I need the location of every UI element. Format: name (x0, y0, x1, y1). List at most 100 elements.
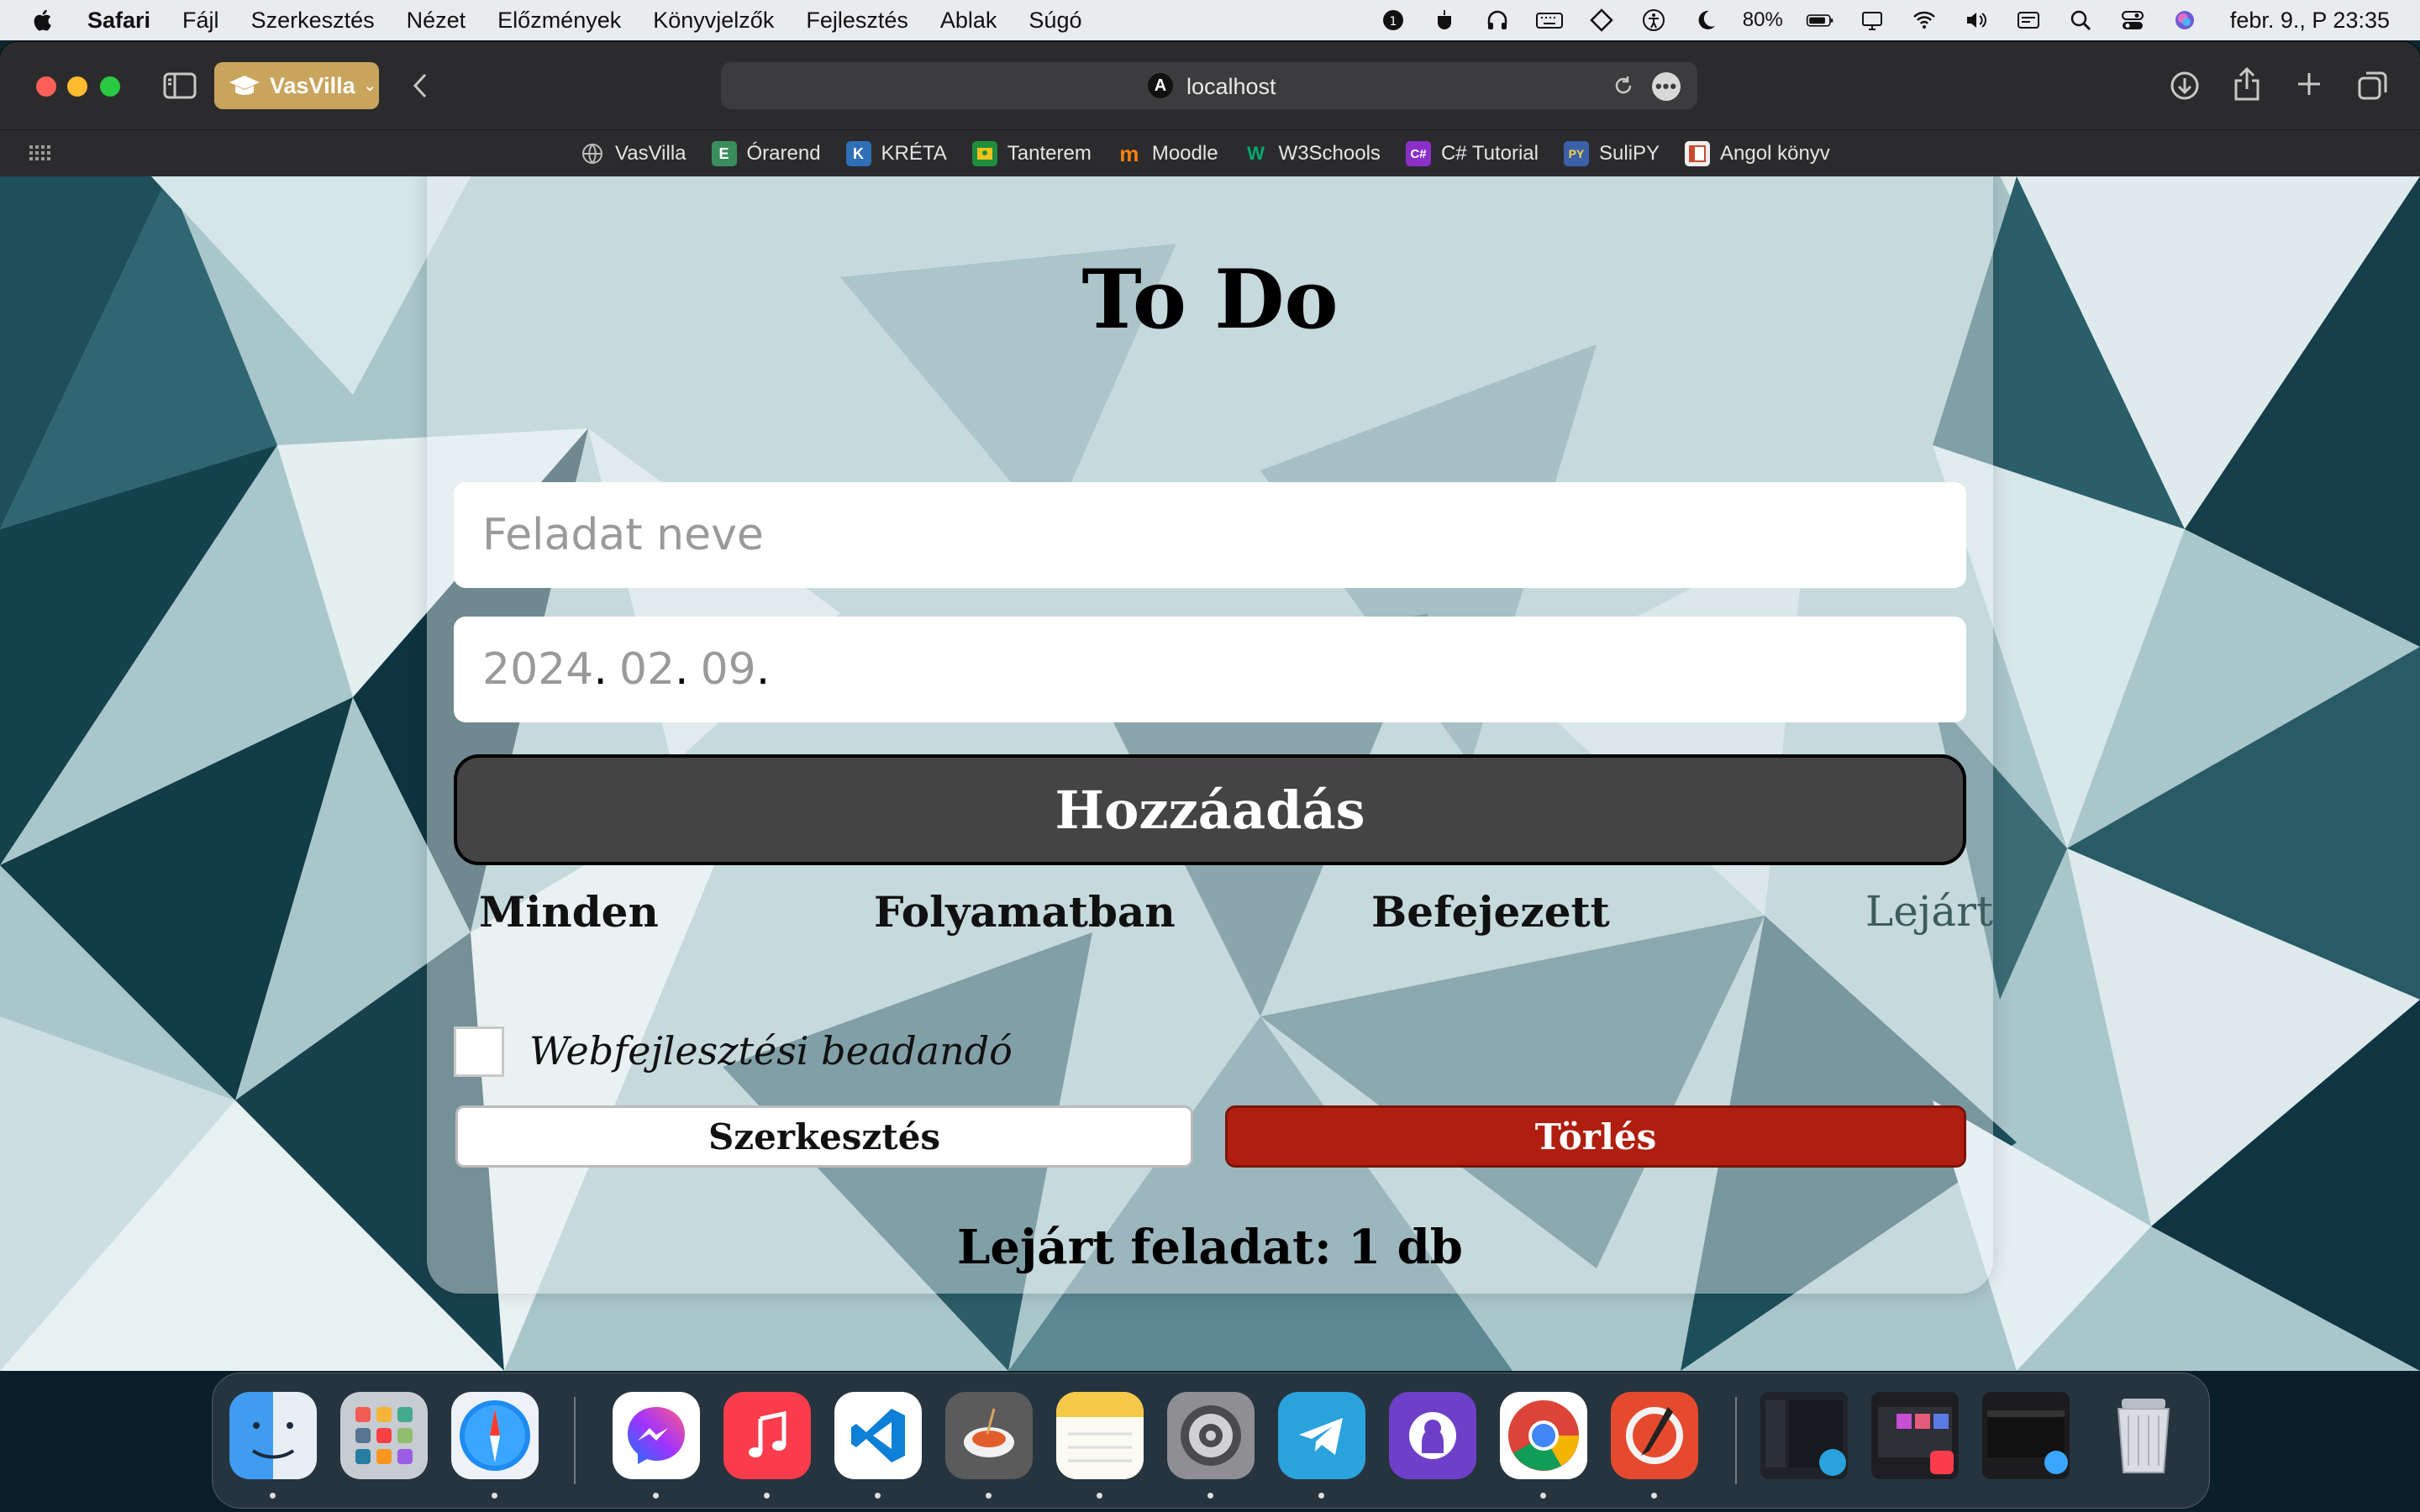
task-done-checkbox[interactable] (454, 1026, 504, 1077)
chevron-down-icon: ⌄ (363, 76, 376, 94)
favorites-grid-icon[interactable] (29, 144, 50, 162)
filter-all[interactable]: Minden (479, 887, 659, 937)
favorite-w3schools[interactable]: W W3Schools (1244, 141, 1381, 166)
favorite-moodle[interactable]: m Moodle (1117, 141, 1218, 166)
safari-window-thumbnail[interactable] (1982, 1392, 2070, 1479)
pasta-app-icon[interactable] (945, 1392, 1033, 1479)
favorite-vasvilla[interactable]: VasVilla (580, 141, 687, 166)
apple-menu-icon[interactable] (30, 6, 57, 34)
menu-help[interactable]: Súgó (1028, 8, 1081, 34)
sidebar-toggle-icon[interactable] (163, 71, 197, 101)
task-name-input[interactable]: Feladat neve (454, 482, 1966, 588)
headphones-icon[interactable] (1482, 8, 1512, 33)
favorite-sulipy[interactable]: PY SuliPY (1564, 141, 1660, 166)
close-window-button[interactable] (36, 76, 56, 97)
kreta-icon: K (845, 141, 871, 166)
volume-icon[interactable] (1961, 8, 1991, 33)
focus-moon-icon[interactable] (1691, 8, 1721, 33)
menu-history[interactable]: Előzmények (497, 8, 621, 34)
safari-window: VasVilla ⌄ A localhost ••• VasVilla E Ór… (0, 42, 2420, 1371)
finder-icon[interactable] (229, 1392, 317, 1479)
messenger-icon[interactable] (613, 1392, 700, 1479)
edit-task-button[interactable]: Szerkesztés (455, 1105, 1193, 1168)
date-day[interactable]: 09 (701, 644, 756, 695)
menu-window[interactable]: Ablak (940, 8, 997, 34)
tab-overview-icon[interactable] (2356, 69, 2390, 102)
w3schools-icon: W (1247, 143, 1265, 164)
music-icon[interactable] (723, 1392, 811, 1479)
profile-switcher[interactable]: VasVilla ⌄ (214, 62, 379, 109)
github-desktop-icon[interactable] (1389, 1392, 1476, 1479)
reload-icon[interactable] (1612, 74, 1635, 97)
pixelmator-icon[interactable] (1611, 1392, 1698, 1479)
favorite-angol-konyv[interactable]: Angol könyv (1685, 141, 1830, 166)
favorite-tanterem[interactable]: Tanterem (971, 141, 1092, 166)
favorite-kreta[interactable]: K KRÉTA (845, 141, 947, 166)
menu-view[interactable]: Nézet (407, 8, 466, 34)
address-bar[interactable]: A localhost ••• (721, 62, 1697, 109)
display-icon[interactable] (1857, 8, 1887, 33)
orarend-icon: E (711, 141, 737, 166)
back-icon[interactable] (407, 71, 434, 101)
battery-icon[interactable] (1805, 8, 1835, 33)
music-window-thumbnail[interactable] (1871, 1392, 1959, 1479)
telegram-window-thumbnail[interactable] (1760, 1392, 1848, 1479)
svg-text:1: 1 (1389, 15, 1397, 29)
input-source-icon[interactable] (2013, 8, 2044, 33)
dock (212, 1373, 2210, 1509)
filter-completed[interactable]: Befejezett (1371, 887, 1610, 937)
menu-file[interactable]: Fájl (182, 8, 219, 34)
notes-icon[interactable] (1056, 1392, 1144, 1479)
siri-icon[interactable] (2170, 8, 2200, 33)
favorite-label: C# Tutorial (1440, 142, 1539, 165)
chrome-icon[interactable] (1500, 1392, 1587, 1479)
menu-app-name[interactable]: Safari (87, 8, 150, 34)
new-tab-icon[interactable] (2294, 69, 2324, 99)
minimize-window-button[interactable] (67, 76, 87, 97)
running-indicator (1540, 1493, 1546, 1499)
vscode-icon[interactable] (834, 1392, 922, 1479)
downloads-icon[interactable] (2168, 69, 2202, 102)
control-center-icon[interactable] (2118, 8, 2148, 33)
zoom-window-button[interactable] (100, 76, 120, 97)
system-settings-icon[interactable] (1167, 1392, 1255, 1479)
trash-icon[interactable] (2100, 1392, 2187, 1479)
keyboard-icon[interactable] (1534, 8, 1565, 33)
book-icon (1685, 141, 1711, 166)
filter-in-progress[interactable]: Folyamatban (874, 887, 1176, 937)
diamond-icon[interactable] (1586, 8, 1617, 33)
favorite-label: W3Schools (1278, 142, 1381, 165)
safari-icon[interactable] (451, 1392, 539, 1479)
filter-expired[interactable]: Lejárt (1865, 887, 1993, 936)
delete-task-button[interactable]: Törlés (1225, 1105, 1966, 1168)
favorite-label: KRÉTA (881, 142, 947, 165)
favorites-bar: VasVilla E Órarend K KRÉTA Tanterem m Mo… (0, 129, 2420, 177)
running-indicator (1207, 1493, 1213, 1499)
accessibility-icon[interactable] (1639, 8, 1669, 33)
menu-bookmarks[interactable]: Könyvjelzők (653, 8, 774, 34)
add-task-button[interactable]: Hozzáadás (454, 754, 1966, 865)
telegram-icon[interactable] (1278, 1392, 1365, 1479)
menu-edit[interactable]: Szerkesztés (251, 8, 375, 34)
wifi-icon[interactable] (1909, 8, 1939, 33)
running-indicator (875, 1493, 881, 1499)
favorite-csharp-tutorial[interactable]: C# C# Tutorial (1405, 141, 1539, 166)
menu-clock[interactable]: febr. 9., P 23:35 (2230, 8, 2390, 34)
date-year[interactable]: 2024 (482, 644, 593, 695)
favorite-orarend[interactable]: E Órarend (711, 141, 821, 166)
menu-develop[interactable]: Fejlesztés (806, 8, 908, 34)
url-text[interactable]: localhost (1186, 74, 1276, 100)
screen-time-icon[interactable]: 1 (1378, 8, 1408, 33)
coffee-icon[interactable] (1430, 8, 1460, 33)
due-date-input[interactable]: 2024. 02. 09. (454, 617, 1966, 722)
launchpad-icon[interactable] (340, 1392, 428, 1479)
moodle-icon: m (1119, 140, 1139, 166)
todo-card: To Do Feladat neve 2024. 02. 09. Hozzáad… (427, 176, 1993, 1294)
running-indicator (1318, 1493, 1324, 1499)
page-menu-icon[interactable]: ••• (1652, 72, 1681, 101)
favorite-label: VasVilla (615, 142, 687, 165)
share-icon[interactable] (2230, 66, 2264, 102)
graduation-cap-icon (229, 76, 260, 95)
date-month[interactable]: 02 (619, 644, 675, 695)
spotlight-search-icon[interactable] (2065, 8, 2096, 33)
